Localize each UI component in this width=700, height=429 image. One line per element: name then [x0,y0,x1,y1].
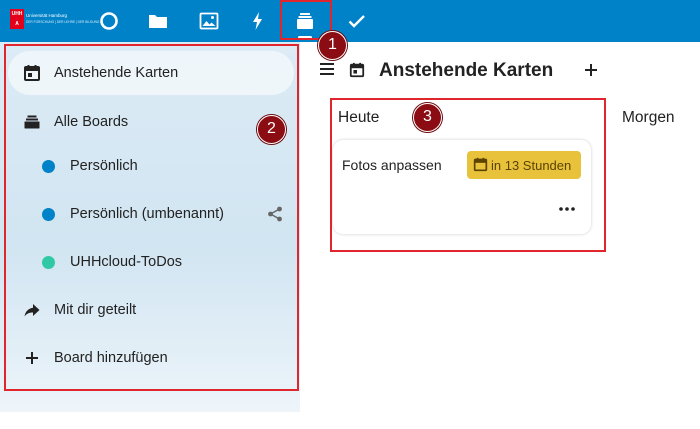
calendar-icon [473,157,488,172]
image-icon [199,12,219,30]
deck-app-button[interactable] [290,6,320,36]
lightning-icon [253,12,262,30]
column-title-tomorrow: Morgen [622,109,675,126]
annotation-badge-2: 2 [257,115,286,144]
sidebar-item-all-boards[interactable]: Alle Boards [8,100,294,144]
due-date-label: in 13 Stunden [491,158,572,173]
card-title: Fotos anpassen [342,157,442,173]
share-icon[interactable] [266,205,284,223]
sidebar-item-label: Alle Boards [54,114,129,130]
sidebar-item-label: UHHcloud-ToDos [70,254,183,270]
circle-icon [100,12,118,30]
app-navigation-sidebar: Anstehende Karten Alle Boards Persönlich… [0,42,300,412]
activity-app-button[interactable] [243,6,273,36]
add-card-button[interactable] [582,61,600,79]
due-date-badge: in 13 Stunden [467,151,581,179]
tasks-app-button[interactable] [342,6,372,36]
deck-icon [297,13,313,29]
more-options-icon[interactable] [557,204,577,214]
stack-icon [22,112,42,132]
logo-mark: UHH A [10,9,24,29]
board-color-dot [42,208,55,221]
folder-icon [149,15,167,28]
sidebar-item-label: Mit dir geteilt [54,302,137,318]
board-color-dot [42,256,55,269]
sidebar-item-label: Persönlich (umbenannt) [70,206,224,222]
files-app-button[interactable] [143,6,173,36]
calendar-icon [349,62,365,78]
column-title-today: Heute [338,109,380,126]
sidebar-item-board-personal[interactable]: Persönlich [8,144,294,188]
photos-app-button[interactable] [194,6,224,36]
page-title: Anstehende Karten [379,60,554,81]
logo-name: Universität Hamburg [26,13,68,18]
sidebar-item-shared-with-you[interactable]: Mit dir geteilt [8,288,294,332]
sidebar-item-add-board[interactable]: Board hinzufügen [8,336,294,380]
university-logo[interactable]: UHH A Universität Hamburg DER FORSCHUNG … [10,9,99,33]
sidebar-item-label: Anstehende Karten [54,65,179,81]
sidebar-item-board-personal-renamed[interactable]: Persönlich (umbenannt) [8,192,294,236]
active-app-indicator [298,36,312,39]
plus-icon [22,348,42,368]
card[interactable]: Fotos anpassen in 13 Stunden [333,140,591,234]
share-arrow-icon [22,300,42,320]
annotation-badge-1: 1 [318,31,347,60]
sidebar-item-label: Persönlich [70,158,138,174]
sidebar-item-board-uhhcloud-todos[interactable]: UHHcloud-ToDos [8,240,294,284]
sidebar-item-label: Board hinzufügen [54,350,168,366]
hamburger-menu-icon[interactable] [318,60,336,78]
checkmark-icon [348,15,365,28]
sidebar-item-upcoming-cards[interactable]: Anstehende Karten [8,51,294,95]
calendar-icon [22,63,42,83]
annotation-badge-3: 3 [413,103,442,132]
dashboard-app-button[interactable] [94,6,124,36]
logo-tagline: DER FORSCHUNG | DER LEHRE | DER BILDUNG [26,20,100,24]
board-color-dot [42,160,55,173]
top-bar: UHH A Universität Hamburg DER FORSCHUNG … [0,0,700,42]
